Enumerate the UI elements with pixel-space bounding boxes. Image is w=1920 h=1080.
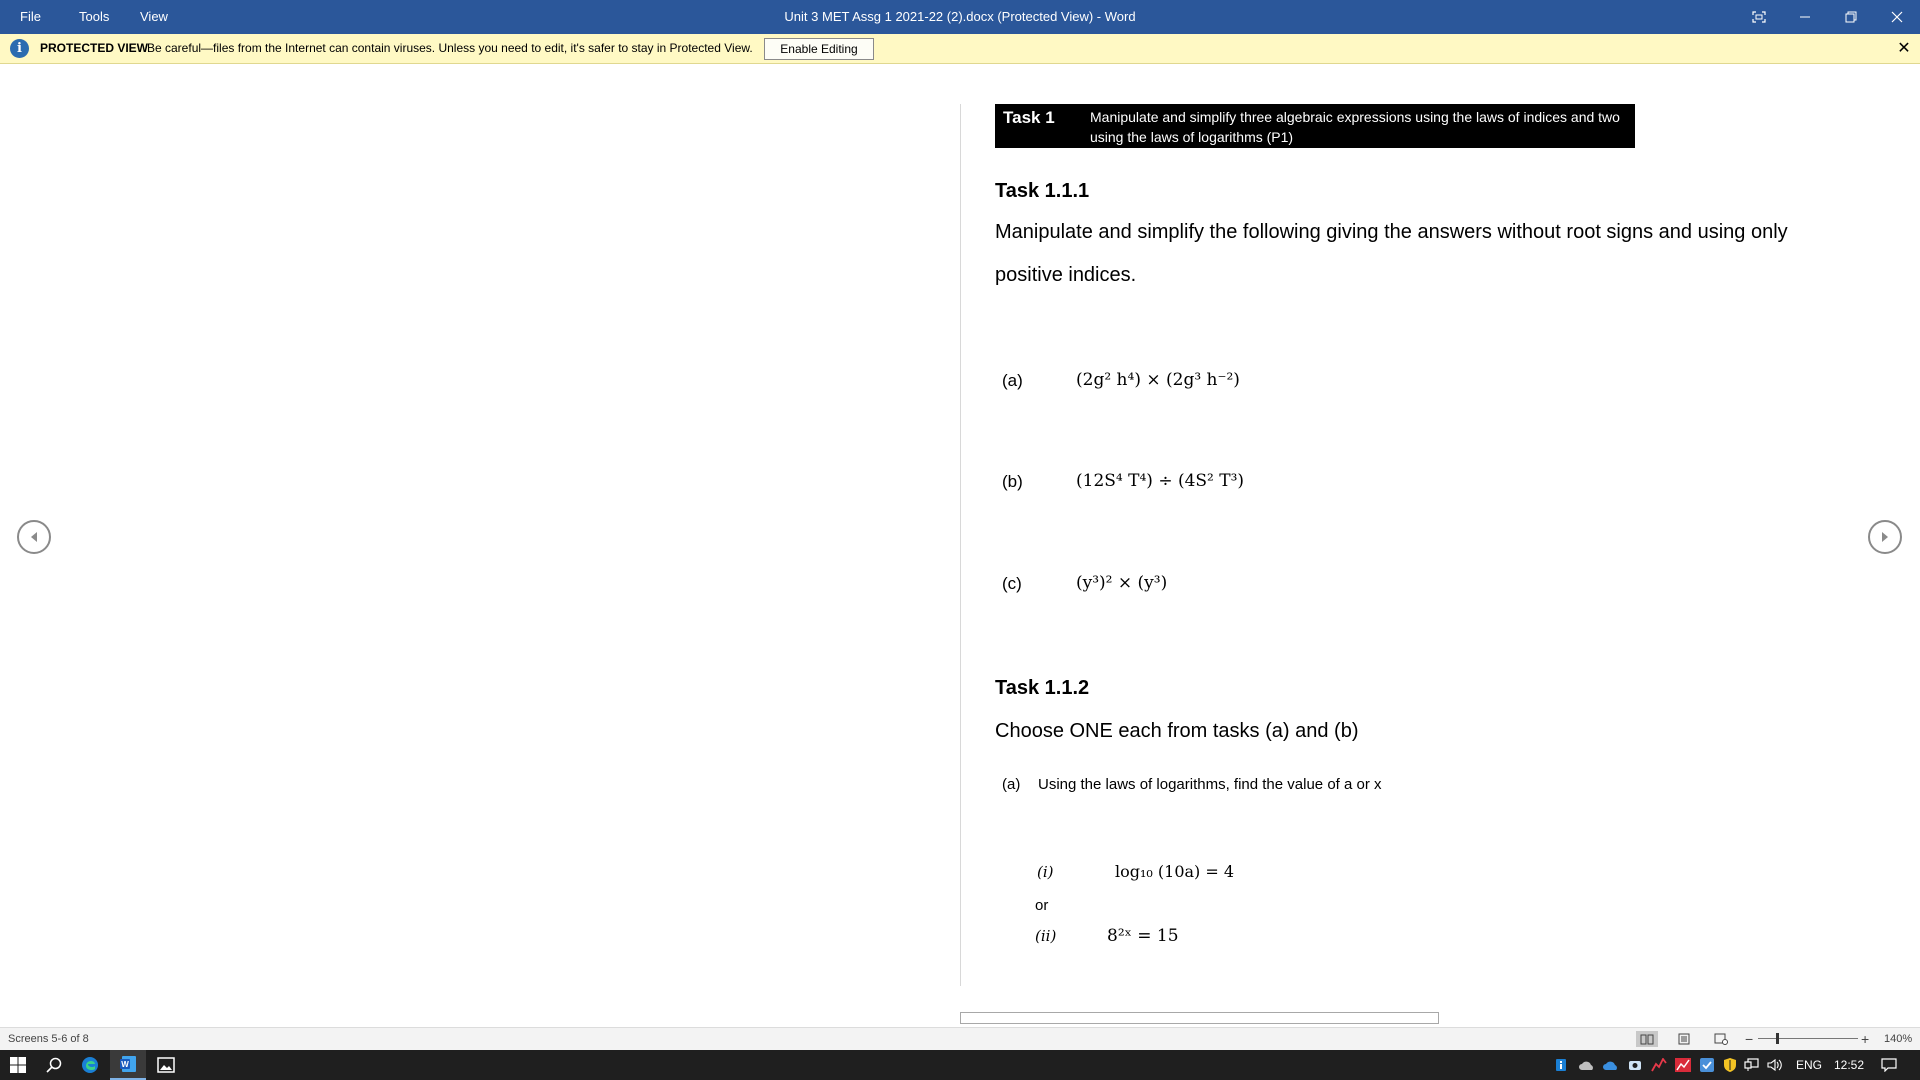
photos-app-button[interactable] xyxy=(148,1050,184,1080)
menu-tools[interactable]: Tools xyxy=(79,0,109,34)
zoom-in-button[interactable]: + xyxy=(1861,1028,1869,1050)
read-mode-view-button[interactable] xyxy=(1636,1031,1658,1047)
performance-icon[interactable] xyxy=(1673,1050,1693,1080)
edge-icon xyxy=(82,1057,98,1073)
previous-screen-button[interactable] xyxy=(17,520,51,554)
zoom-slider-thumb[interactable] xyxy=(1776,1033,1779,1044)
item-c-label: (c) xyxy=(1002,574,1022,593)
screens-indicator: Screens 5-6 of 8 xyxy=(8,1033,89,1045)
arrow-right-icon xyxy=(1882,532,1888,542)
item-c-expression: (y³)² × (y³) xyxy=(1076,573,1168,593)
activity-monitor-icon[interactable] xyxy=(1649,1050,1669,1080)
onedrive-blue-icon[interactable] xyxy=(1601,1050,1621,1080)
task-banner: Task 1 Manipulate and simplify three alg… xyxy=(995,104,1635,148)
item-b-expression: (12S⁴ T⁴) ÷ (4S² T³) xyxy=(1076,471,1245,491)
task-banner-label: Task 1 xyxy=(1003,108,1055,127)
word-icon: W xyxy=(120,1056,136,1072)
svg-text:W: W xyxy=(121,1060,129,1069)
page-divider xyxy=(960,104,961,986)
menu-file[interactable]: File xyxy=(20,0,41,34)
clock[interactable]: 12:52 xyxy=(1834,1050,1864,1080)
log-item-i-label: (i) xyxy=(1037,863,1054,881)
taskbar: W ENG 12:52 xyxy=(0,1050,1920,1080)
protected-view-title: PROTECTED VIEW xyxy=(40,41,149,55)
volume-icon[interactable] xyxy=(1765,1050,1785,1080)
log-item-ii-expression: 8²ˣ = 15 xyxy=(1107,926,1179,946)
zoom-level[interactable]: 140% xyxy=(1884,1028,1912,1050)
search-icon xyxy=(46,1057,62,1073)
vpn-shield-icon[interactable] xyxy=(1697,1050,1717,1080)
edge-browser-button[interactable] xyxy=(72,1050,108,1080)
menu-view[interactable]: View xyxy=(140,0,168,34)
task-banner-text: Manipulate and simplify three algebraic … xyxy=(1090,109,1620,145)
close-icon[interactable] xyxy=(1874,0,1920,34)
protected-view-message: Be careful—files from the Internet can c… xyxy=(147,41,753,55)
log-item-i-expression: log₁₀ (10a) = 4 xyxy=(1115,862,1235,881)
print-layout-view-button[interactable] xyxy=(1673,1031,1695,1047)
task-1-1-2-instruction: Choose ONE each from tasks (a) and (b) xyxy=(995,720,1359,742)
zoom-slider[interactable] xyxy=(1758,1038,1858,1039)
notifications-icon[interactable] xyxy=(1876,1050,1902,1080)
minimize-icon[interactable] xyxy=(1782,0,1828,34)
start-button[interactable] xyxy=(0,1050,36,1080)
enable-editing-button[interactable]: Enable Editing xyxy=(764,38,874,60)
vpn-icon[interactable] xyxy=(1625,1050,1645,1080)
security-shield-icon[interactable] xyxy=(1721,1050,1739,1080)
arrow-left-icon xyxy=(31,532,37,542)
or-text: or xyxy=(1035,897,1049,914)
next-screen-button[interactable] xyxy=(1868,520,1902,554)
window-title: Unit 3 MET Assg 1 2021-22 (2).docx (Prot… xyxy=(784,9,1136,24)
task-1-1-1-heading: Task 1.1.1 xyxy=(995,180,1090,202)
close-bar-icon[interactable]: ✕ xyxy=(1894,34,1914,63)
protected-view-bar: i PROTECTED VIEW Be careful—files from t… xyxy=(0,34,1920,64)
task-1-1-1-instruction-line2: positive indices. xyxy=(995,264,1137,286)
info-tray-icon[interactable] xyxy=(1553,1050,1569,1080)
title-bar: File Tools View Unit 3 MET Assg 1 2021-2… xyxy=(0,0,1920,34)
focus-mode-icon[interactable] xyxy=(1736,0,1782,34)
horizontal-scrollbar[interactable] xyxy=(960,1012,1439,1024)
windows-icon xyxy=(10,1057,26,1073)
web-layout-view-button[interactable] xyxy=(1710,1031,1732,1047)
item-a-expression: (2g² h⁴) × (2g³ h⁻²) xyxy=(1076,370,1240,390)
restore-icon[interactable] xyxy=(1828,0,1874,34)
language-indicator[interactable]: ENG xyxy=(1796,1050,1822,1080)
photos-icon xyxy=(157,1057,175,1073)
search-button[interactable] xyxy=(36,1050,72,1080)
log-item-ii-label: (ii) xyxy=(1035,927,1057,945)
item-a-label: (a) xyxy=(1002,371,1023,390)
info-icon: i xyxy=(10,39,29,58)
sub-a-label: (a) xyxy=(1002,776,1021,793)
word-app-button[interactable]: W xyxy=(110,1050,146,1080)
status-bar: Screens 5-6 of 8 − + 140% xyxy=(0,1027,1920,1050)
task-1-1-1-instruction-line1: Manipulate and simplify the following gi… xyxy=(995,221,1788,243)
network-icon[interactable] xyxy=(1743,1050,1761,1080)
task-1-1-2-heading: Task 1.1.2 xyxy=(995,677,1090,699)
zoom-out-button[interactable]: − xyxy=(1745,1028,1753,1050)
sub-a-text: Using the laws of logarithms, find the v… xyxy=(1038,776,1382,793)
item-b-label: (b) xyxy=(1002,472,1023,491)
onedrive-grey-icon[interactable] xyxy=(1577,1050,1597,1080)
